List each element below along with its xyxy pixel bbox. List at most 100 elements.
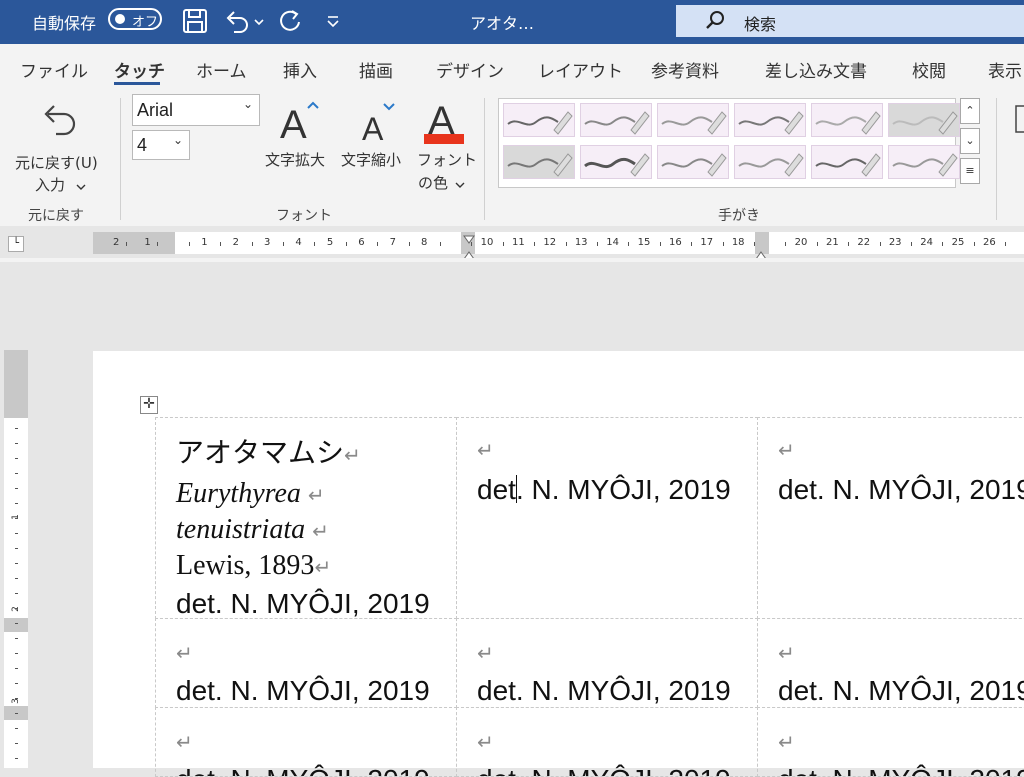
group-label-pens: 手がき: [718, 208, 760, 224]
ruler-number: 6: [358, 237, 365, 248]
ruler-tick: [659, 242, 661, 246]
ruler-tick: [377, 242, 379, 246]
tab-mailings[interactable]: 差し込み文書: [765, 57, 867, 82]
label-cell[interactable]: ↵ det. N. MYÔJI, 2019: [456, 707, 758, 777]
ruler-tick: [565, 242, 567, 246]
label-cell[interactable]: ↵ det. N. MYÔJI, 2019: [757, 417, 1024, 619]
ruler-tick: [848, 242, 850, 246]
table-move-handle-icon[interactable]: ✛: [140, 396, 158, 414]
ruler-number: 7: [389, 237, 396, 248]
undo-label: 元に戻す(U): [15, 154, 98, 172]
genus-name: Eurythyrea: [176, 478, 301, 509]
font-color-sub-label: の色: [418, 174, 449, 192]
det-line: det. N. MYÔJI, 2019: [477, 764, 731, 776]
svg-text:A: A: [280, 103, 307, 142]
vruler-tick: [15, 533, 18, 534]
label-cell[interactable]: ↵ det. N. MYÔJI, 2019: [155, 707, 457, 777]
undo-dropdown-icon[interactable]: [254, 12, 264, 31]
chevron-down-icon: [76, 177, 86, 196]
vruler-tick: [15, 743, 18, 744]
tab-draw[interactable]: 描画: [359, 57, 393, 82]
return-mark: ↵: [778, 438, 795, 462]
tab-stop-selector[interactable]: └: [8, 236, 24, 252]
ruler-tick: [753, 242, 755, 246]
save-icon[interactable]: [182, 8, 208, 38]
pen-swatch[interactable]: [503, 145, 575, 179]
gallery-scroll-down[interactable]: ⌄: [960, 128, 980, 154]
ruler-tick: [471, 242, 473, 246]
font-color-label: フォント: [417, 151, 478, 169]
tab-view[interactable]: 表示: [988, 57, 1022, 82]
grow-font-button[interactable]: A 文字拡大: [264, 92, 334, 172]
document-page[interactable]: ✛ アオタマムシ↵ Eurythyrea ↵ tenuistriata ↵ Le…: [93, 351, 1024, 777]
ruler-number: 24: [920, 237, 933, 248]
ruler-tick: [282, 242, 284, 246]
shrink-font-icon: A: [358, 100, 404, 148]
horizontal-ruler[interactable]: 2 1 1 2 3 4 5 6 7 8 10 11 12 13 14 15 16 17 18 20 21 22 23 24 25…: [93, 232, 1024, 260]
tab-references[interactable]: 参考資料: [651, 57, 719, 82]
search-box[interactable]: 検索: [676, 5, 1024, 37]
vruler-tick: [15, 458, 18, 459]
ruler-tick: [722, 242, 724, 246]
label-cell[interactable]: ↵ det. N. MYÔJI, 2019: [757, 707, 1024, 777]
pen-swatch[interactable]: [657, 145, 729, 179]
tab-touch[interactable]: タッチ: [114, 57, 165, 82]
ribbon-tabs: ファイル タッチ ホーム 挿入 描画 デザイン レイアウト 参考資料 差し込み文…: [0, 44, 1024, 90]
vruler-number: 1: [10, 514, 21, 520]
ruler-tick: [408, 242, 410, 246]
vruler-tick: [15, 638, 18, 639]
vruler-tick: [15, 428, 18, 429]
ruler-number: 1: [144, 237, 151, 248]
return-mark: ↵: [778, 641, 795, 665]
pen-swatch[interactable]: [811, 145, 883, 179]
font-name-combo[interactable]: Arial ⌄: [132, 94, 260, 126]
gallery-scroll-up[interactable]: ⌃: [960, 98, 980, 124]
vruler-margin-top: [4, 350, 28, 418]
customize-toolbar-icon[interactable]: [326, 13, 340, 32]
ribbon: 元に戻す(U) 入力 元に戻す Arial ⌄ 4 ⌄ A 文字拡大 A 文字縮…: [0, 90, 1024, 227]
undo-button[interactable]: 元に戻す(U) 入力: [10, 94, 108, 194]
pen-swatch[interactable]: [734, 103, 806, 137]
pen-swatch[interactable]: [734, 145, 806, 179]
pen-swatch[interactable]: [811, 103, 883, 137]
font-size-combo[interactable]: 4 ⌄: [132, 130, 190, 160]
ruler-number: 23: [888, 237, 902, 248]
label-cell[interactable]: アオタマムシ↵ Eurythyrea ↵ tenuistriata ↵ Lewi…: [155, 417, 457, 619]
partial-button-icon[interactable]: [1014, 104, 1024, 138]
ruler-tick: [942, 242, 944, 246]
shrink-font-button[interactable]: A 文字縮小: [340, 92, 410, 172]
det-line: det. N. MYÔJI, 2019: [176, 764, 430, 776]
pen-swatch[interactable]: [503, 103, 575, 137]
ruler-number: 14: [606, 237, 619, 248]
gallery-more-button[interactable]: ≡: [960, 158, 980, 184]
autosave-toggle[interactable]: オフ: [108, 8, 162, 30]
label-cell[interactable]: ↵ det. N. MYÔJI, 2019: [456, 618, 758, 708]
tab-file[interactable]: ファイル: [20, 57, 88, 82]
return-mark: ↵: [314, 557, 332, 579]
ruler-tick: [910, 242, 912, 246]
label-cell[interactable]: ↵ det. N. MYÔJI, 2019: [456, 417, 758, 619]
vruler-tick: [15, 488, 18, 489]
tab-layout[interactable]: レイアウト: [538, 57, 623, 82]
ruler-tick: [1005, 242, 1007, 246]
tab-design[interactable]: デザイン: [436, 57, 504, 82]
pen-swatch[interactable]: [888, 103, 960, 137]
pen-swatch[interactable]: [580, 103, 652, 137]
undo-icon[interactable]: [224, 8, 250, 38]
tab-home[interactable]: ホーム: [196, 57, 247, 82]
vertical-ruler[interactable]: 123: [4, 350, 28, 768]
pen-swatch[interactable]: [888, 145, 960, 179]
label-cell[interactable]: ↵ det. N. MYÔJI, 2019: [155, 618, 457, 708]
return-mark: ↵: [477, 438, 494, 462]
redo-icon[interactable]: [278, 8, 304, 38]
hanging-indent-marker[interactable]: [463, 246, 475, 265]
font-color-button[interactable]: A フォント の色: [412, 92, 478, 192]
right-indent-marker[interactable]: [755, 246, 767, 265]
tab-review[interactable]: 校閲: [912, 57, 946, 82]
autosave-label: 自動保存: [32, 14, 97, 33]
pen-swatch[interactable]: [580, 145, 652, 179]
pen-swatch[interactable]: [657, 103, 729, 137]
label-cell[interactable]: ↵ det. N. MYÔJI, 2019: [757, 618, 1024, 708]
tab-insert[interactable]: 挿入: [283, 57, 317, 82]
ruler-area: └ 2 1 1 2 3 4 5 6 7 8 10 11 12 13 14 15 16 17 18 20 21 22 23 24…: [0, 226, 1024, 262]
